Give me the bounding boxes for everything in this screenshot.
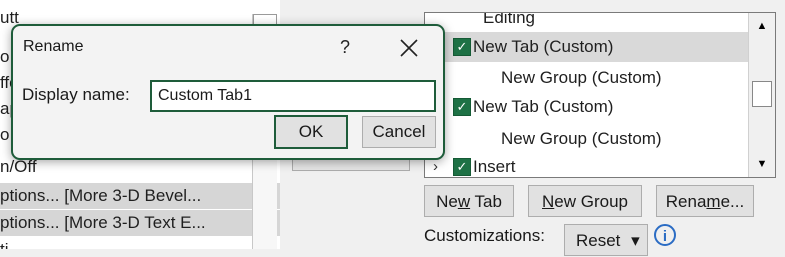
scroll-down-icon[interactable]: ▼ bbox=[749, 153, 775, 175]
tree-scrollbar[interactable]: ▲ ▼ bbox=[748, 13, 775, 177]
display-name-label: Display name: bbox=[22, 85, 130, 104]
command-list-item[interactable]: ptions... [More 3-D Text E... bbox=[0, 210, 280, 236]
rename-button[interactable]: Rename... bbox=[656, 185, 754, 217]
close-icon[interactable] bbox=[395, 34, 423, 62]
new-group-button[interactable]: New Group bbox=[528, 185, 642, 217]
command-list-item[interactable]: ptions... [More 3-D Bevel... bbox=[0, 183, 280, 209]
customizations-label: Customizations: bbox=[424, 226, 545, 245]
command-list-item[interactable]: o bbox=[0, 44, 9, 70]
tree-item-new-group[interactable]: New Group (Custom) bbox=[501, 124, 662, 154]
new-tab-button[interactable]: New Tab bbox=[424, 185, 514, 217]
tree-item-new-tab[interactable]: ✓ New Tab (Custom) bbox=[425, 32, 749, 62]
tree-item-insert[interactable]: › ✓ Insert bbox=[425, 152, 749, 177]
checkbox-icon[interactable]: ✓ bbox=[453, 98, 471, 116]
dialog-title: Rename bbox=[23, 38, 84, 55]
tree-item-new-group[interactable]: New Group (Custom) bbox=[501, 63, 662, 93]
tree-item-new-tab[interactable]: ✓ New Tab (Custom) bbox=[425, 92, 749, 122]
scroll-thumb[interactable] bbox=[752, 81, 772, 107]
reset-dropdown-button[interactable]: Reset ▾ bbox=[564, 224, 648, 256]
info-icon[interactable]: i bbox=[654, 224, 676, 246]
command-list-item[interactable]: ti bbox=[0, 237, 9, 249]
ok-button[interactable]: OK bbox=[274, 115, 348, 149]
checkbox-icon[interactable]: ✓ bbox=[453, 38, 471, 56]
cancel-button[interactable]: Cancel bbox=[362, 116, 436, 148]
command-list-item[interactable]: o bbox=[0, 122, 9, 148]
display-name-input[interactable] bbox=[150, 80, 436, 112]
tree-item-editing[interactable]: Editing bbox=[483, 13, 535, 33]
rename-dialog: Rename ? Display name: OK Cancel bbox=[11, 24, 445, 160]
ribbon-tree: Editing ✓ New Tab (Custom) New Group (Cu… bbox=[424, 12, 776, 178]
chevron-down-icon: ▾ bbox=[631, 231, 640, 250]
checkbox-icon[interactable]: ✓ bbox=[453, 158, 471, 176]
help-icon[interactable]: ? bbox=[333, 35, 357, 59]
scroll-up-icon[interactable]: ▲ bbox=[749, 15, 775, 37]
